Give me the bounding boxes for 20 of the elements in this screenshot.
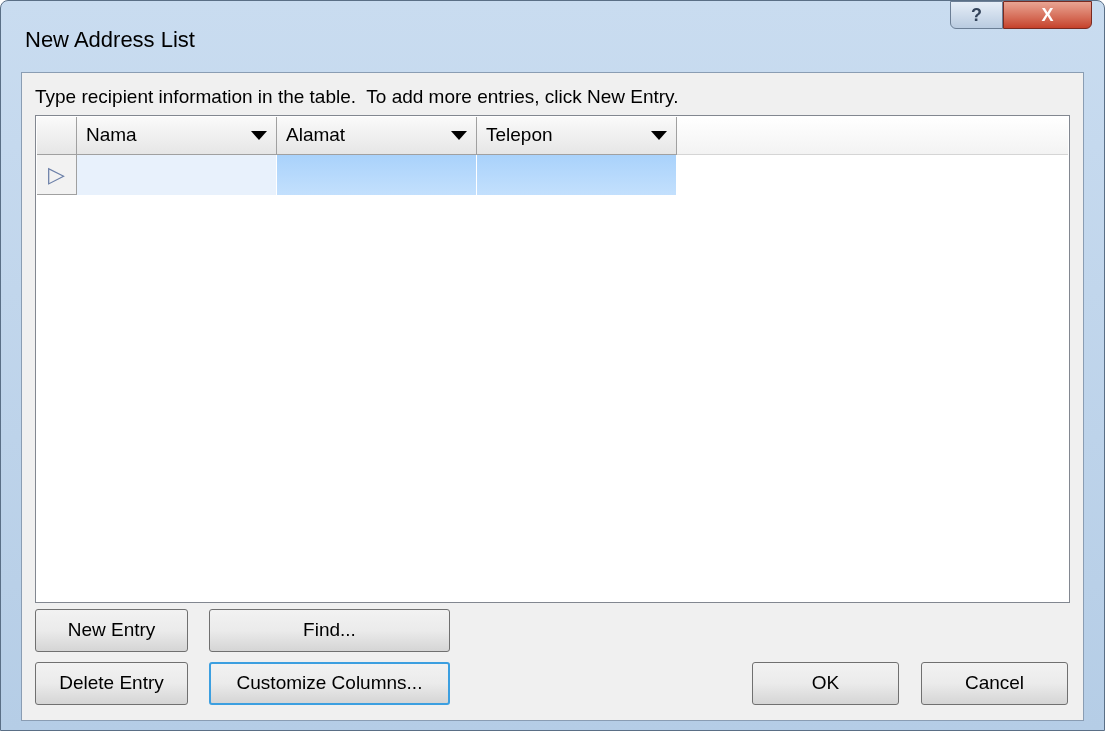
table-cell[interactable] <box>477 154 677 195</box>
row-header[interactable]: ▷ <box>37 154 77 195</box>
dialog-button[interactable]: New Entry <box>35 608 188 652</box>
column-header[interactable]: Nama <box>77 116 277 155</box>
dialog-button[interactable]: Delete Entry <box>35 661 188 705</box>
table-cell[interactable] <box>277 154 477 195</box>
dropdown-arrow-icon <box>251 130 267 140</box>
corner-header <box>37 116 77 155</box>
help-button[interactable]: ? <box>950 1 1003 29</box>
window-title: New Address List <box>25 26 195 54</box>
instruction-text: Type recipient information in the table. To add more entries, click New Entry. <box>35 85 680 109</box>
column-header[interactable]: Telepon <box>477 116 677 155</box>
column-header[interactable]: Alamat <box>277 116 477 155</box>
dropdown-arrow-icon <box>451 130 467 140</box>
dialog-button[interactable]: OK <box>752 661 899 705</box>
dialog-button[interactable]: Find... <box>209 608 450 652</box>
dialog-button[interactable]: Customize Columns... <box>209 661 450 705</box>
dropdown-arrow-icon <box>651 130 667 140</box>
dialog-button[interactable]: Cancel <box>921 661 1068 705</box>
table-cell[interactable] <box>77 154 277 195</box>
